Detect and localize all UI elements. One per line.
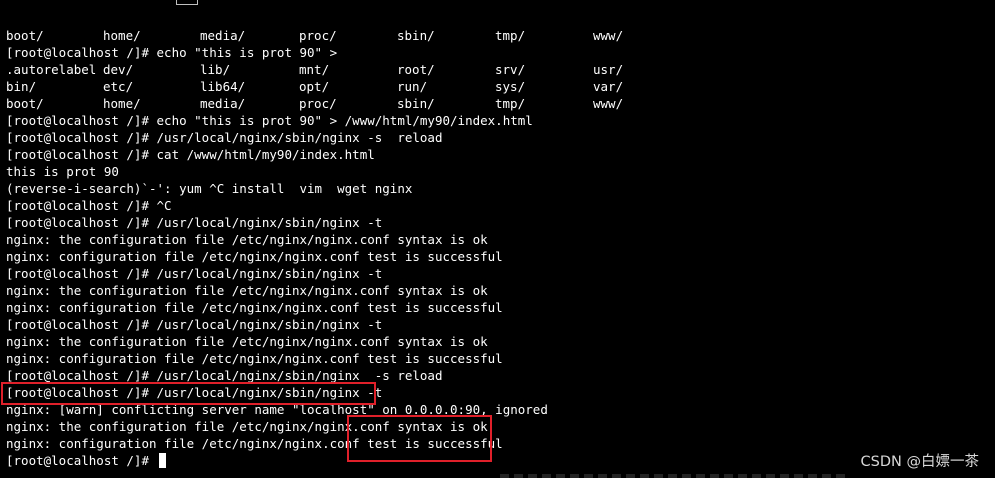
listing-row: .autorelabel dev/ lib/ mnt/ root/ srv/ u… xyxy=(6,61,623,78)
output-line: nginx: the configuration file /etc/nginx… xyxy=(6,334,488,349)
listing-cell: home/ xyxy=(103,28,141,43)
highlight-box-command xyxy=(1,382,376,405)
text-cursor xyxy=(158,453,166,468)
output-line: nginx: configuration file /etc/nginx/ngi… xyxy=(6,300,503,315)
reverse-search-line: (reverse-i-search)`-': yum ^C install vi… xyxy=(6,181,413,196)
command-line: [root@localhost /]# /usr/local/nginx/sbi… xyxy=(6,130,443,145)
listing-cell: .autorelabel xyxy=(6,62,97,77)
listing-cell: sbin/ xyxy=(397,28,435,43)
output-line: this is prot 90 xyxy=(6,164,119,179)
window-edge-artifact xyxy=(176,0,198,5)
command-line: [root@localhost /]# /usr/local/nginx/sbi… xyxy=(6,266,383,281)
command-line: [root@localhost /]# cat /www/html/my90/i… xyxy=(6,147,375,162)
output-line: nginx: the configuration file /etc/nginx… xyxy=(6,283,488,298)
terminal-window[interactable]: boot/ home/ media/ proc/ sbin/ tmp/ www/… xyxy=(0,0,995,478)
output-line: nginx: configuration file /etc/nginx/ngi… xyxy=(6,249,503,264)
taskbar-text-artifact xyxy=(500,474,850,478)
output-line: nginx: the configuration file /etc/nginx… xyxy=(6,232,488,247)
command-line: [root@localhost /]# /usr/local/nginx/sbi… xyxy=(6,317,383,332)
listing-cell: tmp/ xyxy=(495,96,526,111)
output-line: nginx: configuration file /etc/nginx/ngi… xyxy=(6,351,503,366)
listing-cell: etc/ xyxy=(103,79,134,94)
listing-cell: boot/ xyxy=(6,96,44,111)
listing-cell: dev/ xyxy=(103,62,134,77)
highlight-box-result xyxy=(347,415,492,462)
listing-row: boot/ home/ media/ proc/ sbin/ tmp/ www/ xyxy=(6,95,623,112)
listing-cell: srv/ xyxy=(495,62,526,77)
listing-row: boot/ home/ media/ proc/ sbin/ tmp/ www/ xyxy=(6,27,623,44)
listing-cell: home/ xyxy=(103,96,141,111)
listing-cell: root/ xyxy=(397,62,435,77)
listing-cell: sys/ xyxy=(495,79,526,94)
command-line: [root@localhost /]# echo "this is prot 9… xyxy=(6,45,338,60)
listing-cell: media/ xyxy=(200,96,246,111)
listing-cell: boot/ xyxy=(6,28,44,43)
listing-cell: tmp/ xyxy=(495,28,526,43)
listing-cell: www/ xyxy=(593,96,624,111)
listing-cell: proc/ xyxy=(299,96,337,111)
listing-cell: media/ xyxy=(200,28,246,43)
listing-cell: www/ xyxy=(593,28,624,43)
shell-prompt: [root@localhost /]# xyxy=(6,453,157,468)
listing-cell: lib/ xyxy=(200,62,231,77)
command-line: [root@localhost /]# echo "this is prot 9… xyxy=(6,113,533,128)
listing-cell: sbin/ xyxy=(397,96,435,111)
command-line: [root@localhost /]# /usr/local/nginx/sbi… xyxy=(6,215,383,230)
listing-cell: var/ xyxy=(593,79,624,94)
listing-cell: lib64/ xyxy=(200,79,246,94)
listing-cell: opt/ xyxy=(299,79,330,94)
listing-cell: usr/ xyxy=(593,62,624,77)
listing-cell: proc/ xyxy=(299,28,337,43)
listing-cell: mnt/ xyxy=(299,62,330,77)
listing-row: bin/ etc/ lib64/ opt/ run/ sys/ var/ xyxy=(6,78,623,95)
command-line: [root@localhost /]# ^C xyxy=(6,198,172,213)
csdn-watermark: CSDN @白嫖一茶 xyxy=(860,454,979,470)
listing-cell: bin/ xyxy=(6,79,37,94)
listing-cell: run/ xyxy=(397,79,428,94)
